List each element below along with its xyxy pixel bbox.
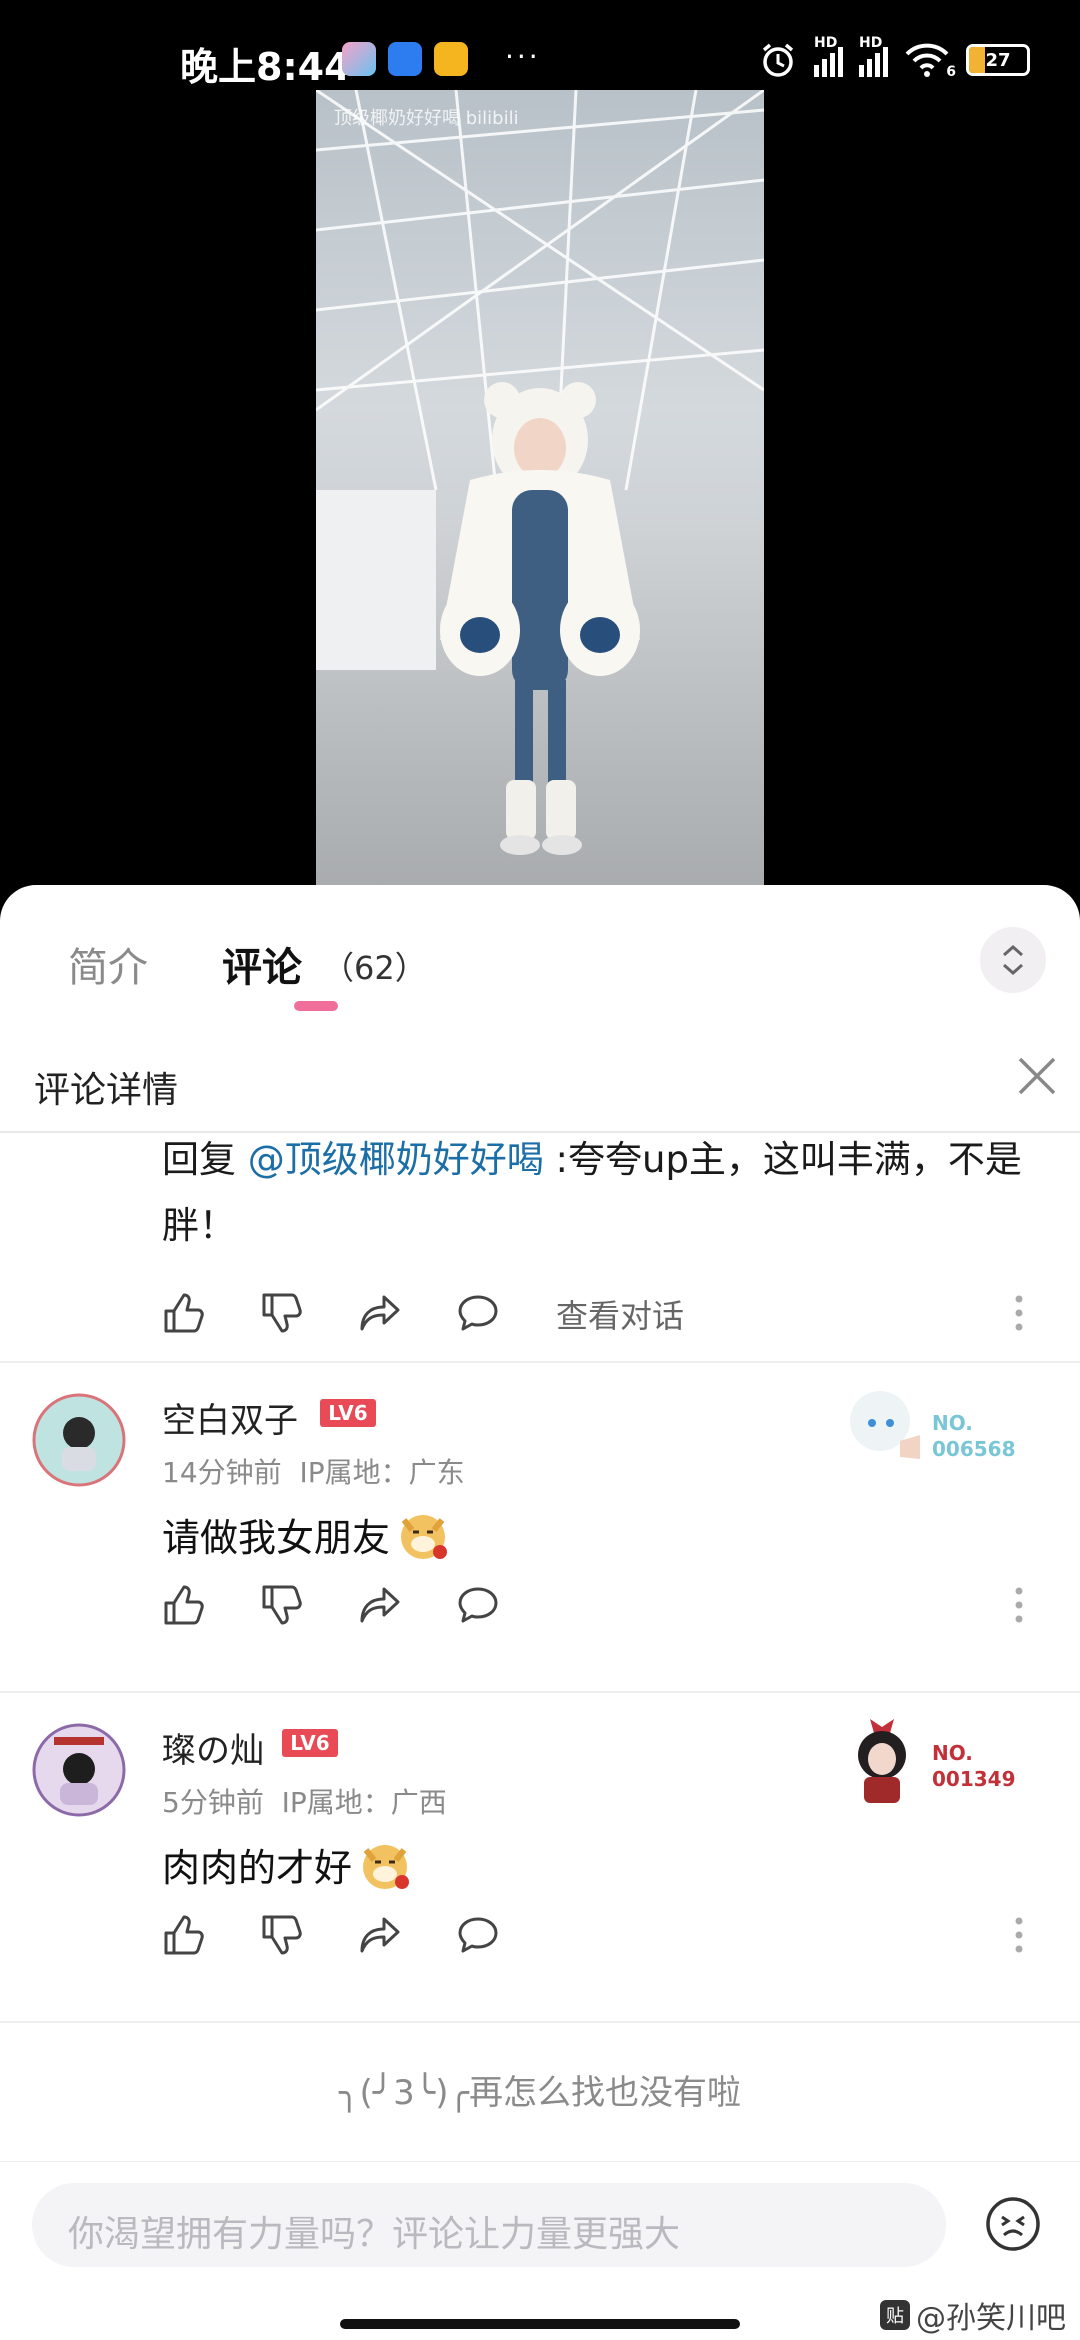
video-watermark: 顶级椰奶好好喝 bilibili <box>334 108 519 129</box>
comment-sheet: 简介 评论 （62） 评论详情 回复 @顶级椰奶好好喝 :夸夸up主，这叫丰满，… <box>0 885 1080 2340</box>
fan-no: 001349 <box>932 1767 1016 1791</box>
divider <box>0 2161 1080 2162</box>
share-icon[interactable] <box>358 1291 402 1335</box>
dislike-icon[interactable] <box>260 1291 304 1335</box>
view-conversation-link[interactable]: 查看对话 <box>556 1291 684 1337</box>
hd-label-2: HD <box>859 35 883 51</box>
fan-badge-character <box>858 1719 906 1803</box>
reply-actions: 查看对话 <box>162 1285 1042 1345</box>
reply-icon[interactable] <box>456 1913 500 1957</box>
comment-time: 14分钟前 <box>162 1456 282 1489</box>
more-notifications-icon: ··· <box>505 40 541 73</box>
fan-badge: NO. 001349 <box>840 1711 1040 1821</box>
like-icon[interactable] <box>162 1583 206 1627</box>
level-badge: LV6 <box>282 1729 338 1757</box>
like-icon[interactable] <box>162 1913 206 1957</box>
signal-icon-2: HD <box>859 35 888 77</box>
baidu-app-icon <box>388 42 422 76</box>
comment-ip: IP属地：广西 <box>281 1786 447 1819</box>
comment-meta: 14分钟前 IP属地：广东 <box>162 1451 465 1491</box>
expand-collapse-button[interactable] <box>980 927 1046 993</box>
comment-meta: 5分钟前 IP属地：广西 <box>162 1781 447 1821</box>
reply-prefix: 回复 <box>162 1138 248 1181</box>
wifi-label: 6 <box>946 64 956 80</box>
comment-detail-title: 评论详情 <box>34 1070 179 1111</box>
wifi-icon: 6 <box>904 42 956 80</box>
hd-label: HD <box>814 35 838 51</box>
comment-ip: IP属地：广东 <box>299 1456 465 1489</box>
level-badge: LV6 <box>320 1399 376 1427</box>
close-icon[interactable] <box>1014 1053 1060 1099</box>
notification-icons <box>342 42 468 76</box>
comment-detail-header: 评论详情 <box>0 1035 1080 1133</box>
more-options-icon[interactable] <box>1014 1585 1024 1625</box>
tieba-watermark-text: @孙笑川吧 <box>916 2301 1066 2336</box>
comment-count: （62） <box>322 949 427 987</box>
tab-active-indicator <box>294 1001 338 1011</box>
comment-username[interactable]: 空白双子 <box>162 1393 298 1442</box>
chevron-up-down-icon <box>1003 944 1023 976</box>
fan-badge-character <box>850 1391 920 1459</box>
comment-actions <box>162 1577 1042 1637</box>
divider <box>0 2021 1080 2023</box>
tieba-logo-icon: 贴 <box>880 2300 910 2330</box>
fan-no-label: NO. <box>932 1411 973 1435</box>
status-bar: 晚上8:44 ··· HD HD 6 27 <box>0 0 1080 90</box>
signal-icon: HD <box>814 35 843 77</box>
fan-no-label: NO. <box>932 1741 973 1765</box>
reply-mention[interactable]: @顶级椰奶好好喝 <box>248 1138 544 1181</box>
comment-input-placeholder: 你渴望拥有力量吗？评论让力量更强大 <box>68 2214 681 2255</box>
video-frame[interactable]: 顶级椰奶好好喝 bilibili <box>316 90 764 885</box>
dislike-icon[interactable] <box>260 1583 304 1627</box>
share-icon[interactable] <box>358 1583 402 1627</box>
tab-intro[interactable]: 简介 <box>68 935 148 993</box>
comment-item: 空白双子 LV6 14分钟前 IP属地：广东 NO. 006568 请做我女朋友 <box>0 1363 1080 1693</box>
emoji-picker-icon[interactable] <box>984 2195 1042 2253</box>
dislike-icon[interactable] <box>260 1913 304 1957</box>
comment-text: 肉肉的才好 <box>162 1846 353 1890</box>
comment-actions <box>162 1907 1042 1967</box>
avatar[interactable] <box>32 1393 126 1487</box>
fan-no: 006568 <box>932 1437 1016 1461</box>
alarm-icon <box>762 43 794 77</box>
booth-wall <box>316 490 436 670</box>
video-app-icon <box>342 42 376 76</box>
reply-text: 回复 @顶级椰奶好好喝 :夸夸up主，这叫丰满，不是胖！ <box>162 1127 1032 1259</box>
battery-icon: 27 <box>966 44 1030 76</box>
doge-emoji-icon <box>401 1514 448 1559</box>
status-indicators: HD HD 6 27 <box>758 35 1030 80</box>
more-options-icon[interactable] <box>1014 1293 1024 1333</box>
fan-badge: NO. 006568 <box>840 1381 1040 1491</box>
cosplayer-figure <box>440 382 640 855</box>
video-player[interactable]: 顶级椰奶好好喝 bilibili <box>0 90 1080 900</box>
bilibili-app-icon <box>434 42 468 76</box>
battery-fill <box>969 47 985 73</box>
reply-icon[interactable] <box>456 1583 500 1627</box>
comment-username[interactable]: 璨の灿 <box>162 1723 264 1772</box>
end-of-list-message: ╮(╯3╰)╭再怎么找也没有啦 <box>338 2073 742 2113</box>
home-indicator[interactable] <box>340 2319 740 2329</box>
tab-bar: 简介 评论 （62） <box>0 885 1080 1035</box>
tab-comments[interactable]: 评论 <box>222 935 302 993</box>
comment-text-row: 肉肉的才好 <box>162 1837 412 1892</box>
doge-emoji-icon <box>363 1844 410 1889</box>
comment-input[interactable]: 你渴望拥有力量吗？评论让力量更强大 <box>32 2183 946 2267</box>
comment-time: 5分钟前 <box>162 1786 264 1819</box>
more-options-icon[interactable] <box>1014 1915 1024 1955</box>
comment-text-row: 请做我女朋友 <box>162 1507 450 1562</box>
battery-level: 27 <box>985 49 1011 71</box>
comment-item: 璨の灿 LV6 5分钟前 IP属地：广西 NO. 001349 肉肉的才好 <box>0 1693 1080 2023</box>
status-time: 晚上8:44 <box>180 45 351 89</box>
tieba-watermark: 贴 @孙笑川吧 <box>880 2293 1066 2337</box>
like-icon[interactable] <box>162 1291 206 1335</box>
avatar[interactable] <box>32 1723 126 1817</box>
reply-icon[interactable] <box>456 1291 500 1335</box>
comment-text: 请做我女朋友 <box>162 1516 391 1560</box>
share-icon[interactable] <box>358 1913 402 1957</box>
